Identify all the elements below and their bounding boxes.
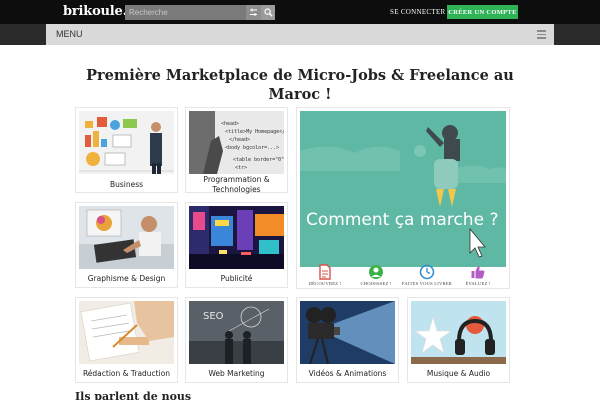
category-tile-programming[interactable]: <head> <title>My Homepage</ </head> <bod…	[185, 107, 288, 194]
category-tile-writing[interactable]: Rédaction & Traduction	[75, 297, 178, 383]
svg-text:<tr>: <tr>	[235, 165, 247, 171]
category-label: Business	[109, 180, 144, 189]
how-it-works-headline: Comment ça marche ?	[306, 210, 499, 230]
step-rate[interactable]: ÉVALUEZ !	[451, 263, 505, 286]
category-tile-design[interactable]: Graphisme & Design	[75, 202, 178, 288]
category-label: Rédaction & Traduction	[82, 369, 171, 378]
filter-icon	[250, 8, 257, 16]
search-bar	[125, 5, 275, 20]
search-input[interactable]	[125, 5, 246, 20]
svg-text:<table border="0" cell: <table border="0" cell	[233, 157, 284, 163]
category-tile-music[interactable]: Musique & Audio	[407, 297, 510, 383]
video-image	[300, 301, 395, 364]
category-tile-video[interactable]: Vidéos & Animations	[296, 297, 399, 383]
svg-text:<title>My Homepage</: <title>My Homepage</	[225, 129, 284, 135]
page-title: Première Marketplace de Micro-Jobs & Fre…	[86, 67, 514, 103]
search-icon	[263, 8, 273, 17]
step-discover[interactable]: DÉCOUVREZ !	[298, 263, 352, 286]
menu-bar[interactable]: MENU	[46, 24, 554, 45]
svg-text:SEO: SEO	[203, 311, 224, 322]
document-icon	[319, 264, 331, 280]
design-image	[79, 206, 174, 269]
clock-icon	[419, 264, 435, 280]
top-navbar: brikoule. SE CONNECTER CRÉER UN COMPTE	[0, 0, 600, 24]
business-image	[79, 111, 174, 174]
step-label: DÉCOUVREZ !	[308, 281, 342, 286]
svg-text:<head>: <head>	[221, 121, 239, 127]
thumbs-up-icon	[471, 266, 485, 279]
category-tile-web-marketing[interactable]: SEO Web Marketing	[185, 297, 288, 383]
web-marketing-image: SEO	[189, 301, 284, 364]
advertising-image	[189, 206, 284, 269]
svg-text:</head>: </head>	[229, 137, 250, 143]
category-tile-business[interactable]: Business	[75, 107, 178, 193]
category-label: Publicité	[220, 274, 253, 283]
programming-image: <head> <title>My Homepage</ </head> <bod…	[189, 111, 284, 174]
site-logo[interactable]: brikoule.	[63, 4, 127, 19]
category-label-line1: Programmation &	[203, 175, 270, 184]
how-it-works-banner: Comment ça marche ?	[300, 111, 506, 267]
step-choose[interactable]: CHOISISSEZ !	[349, 263, 403, 286]
category-label-line2: Technologies	[212, 185, 261, 194]
step-delivery[interactable]: FAITES VOUS LIVRER	[400, 263, 454, 286]
category-tile-advertising[interactable]: Publicité	[185, 202, 288, 288]
create-account-button[interactable]: CRÉER UN COMPTE	[447, 5, 518, 19]
step-label: CHOISISSEZ !	[360, 281, 392, 286]
category-label: Graphisme & Design	[87, 274, 166, 283]
hamburger-icon[interactable]	[537, 30, 546, 39]
login-link[interactable]: SE CONNECTER	[390, 8, 446, 16]
category-label: Vidéos & Animations	[308, 369, 387, 378]
svg-text:<body bgcolor=...>: <body bgcolor=...>	[225, 145, 279, 151]
writing-image	[79, 301, 174, 364]
music-image	[411, 301, 506, 364]
user-check-icon	[369, 265, 383, 279]
category-label: Web Marketing	[208, 369, 265, 378]
testimonials-heading: Ils parlent de nous	[75, 390, 192, 400]
step-label: ÉVALUEZ !	[465, 281, 491, 286]
category-label: Musique & Audio	[426, 369, 491, 378]
menu-label: MENU	[56, 29, 83, 39]
step-label: FAITES VOUS LIVRER	[401, 281, 453, 286]
filter-button[interactable]	[246, 5, 261, 20]
search-button[interactable]	[261, 5, 275, 20]
how-it-works-card[interactable]: Comment ça marche ?	[296, 107, 510, 289]
